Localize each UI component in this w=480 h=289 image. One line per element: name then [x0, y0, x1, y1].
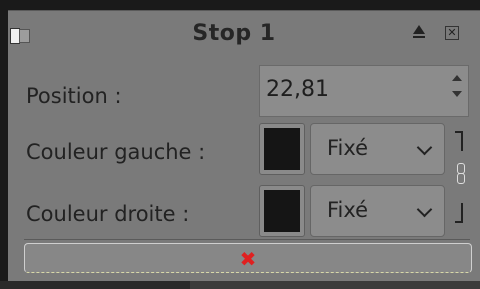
- right-mode-select[interactable]: Fixé: [310, 185, 445, 237]
- position-spinbox[interactable]: 22,81: [259, 65, 469, 117]
- right-color-label: Couleur droite :: [26, 202, 190, 226]
- background-strip: [0, 281, 480, 289]
- chevron-down-icon: [416, 201, 433, 218]
- title-bar[interactable]: Stop 1 ✕: [8, 11, 480, 57]
- right-color-swatch[interactable]: [259, 185, 305, 237]
- chain-icon: [457, 173, 465, 184]
- chain-bracket-bottom: [455, 203, 463, 223]
- right-mode-value: Fixé: [327, 198, 369, 222]
- delete-icon: ✖: [239, 247, 257, 271]
- increment-icon[interactable]: [452, 75, 462, 81]
- position-label: Position :: [26, 84, 122, 108]
- position-value[interactable]: 22,81: [266, 77, 329, 102]
- chain-bracket-top: [455, 131, 463, 151]
- divider: [24, 239, 470, 240]
- chevron-down-icon: [416, 139, 433, 156]
- left-mode-select[interactable]: Fixé: [310, 123, 445, 175]
- dialog-title: Stop 1: [192, 21, 276, 46]
- left-color-swatch[interactable]: [259, 123, 305, 175]
- raise-icon[interactable]: [413, 25, 425, 38]
- left-color-label: Couleur gauche :: [26, 140, 206, 164]
- spin-arrows[interactable]: [450, 75, 464, 97]
- stop-dialog: Stop 1 ✕ Position : 22,81 Couleur gauche…: [8, 10, 480, 282]
- delete-stop-button[interactable]: ✖: [24, 243, 472, 273]
- close-icon[interactable]: ✕: [445, 26, 459, 40]
- decrement-icon[interactable]: [452, 91, 462, 97]
- left-mode-value: Fixé: [327, 136, 369, 160]
- chain-link-toggle[interactable]: [451, 131, 467, 231]
